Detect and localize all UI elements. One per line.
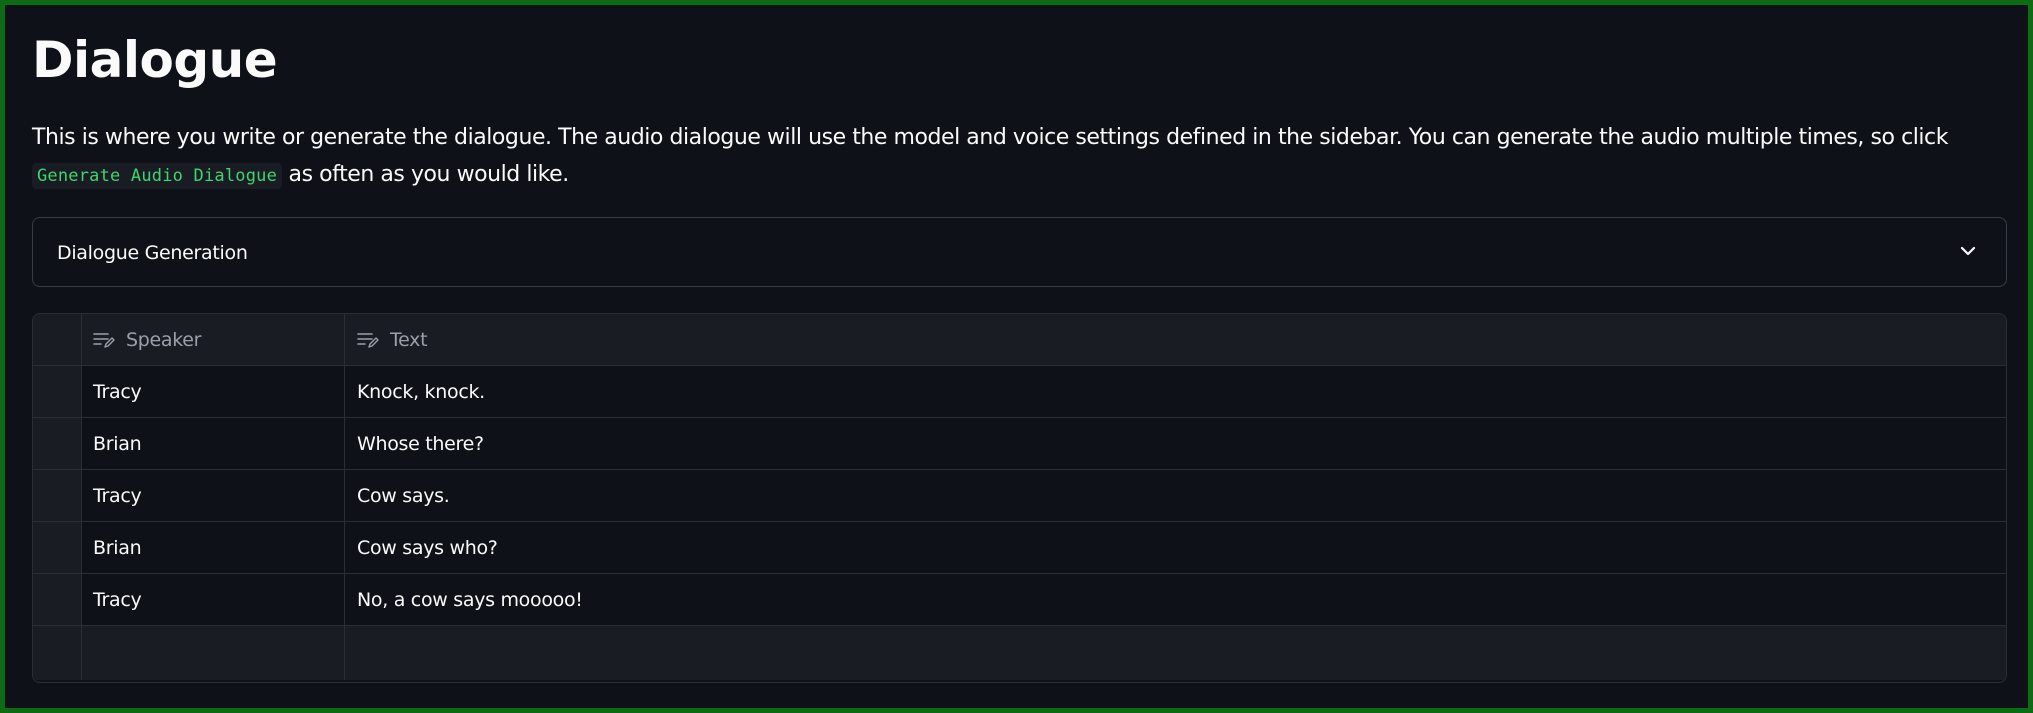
table-row[interactable]: Brian Cow says who?: [33, 522, 2006, 574]
row-index-header: [33, 314, 82, 365]
page-description: This is where you write or generate the …: [32, 119, 2007, 195]
speaker-cell[interactable]: Tracy: [82, 574, 345, 625]
row-index-cell[interactable]: [33, 470, 82, 521]
text-cell[interactable]: Knock, knock.: [345, 366, 2006, 417]
column-header-speaker[interactable]: Speaker: [82, 314, 345, 365]
description-text: This is where you write or generate the …: [32, 125, 1948, 150]
description-text-end: as often as you would like.: [282, 162, 570, 187]
dialogue-generation-expander[interactable]: Dialogue Generation: [32, 217, 2007, 287]
table-header-row: Speaker Text: [33, 314, 2006, 366]
speaker-cell[interactable]: Tracy: [82, 470, 345, 521]
new-speaker-cell[interactable]: [82, 626, 345, 680]
row-index-cell[interactable]: [33, 522, 82, 573]
dialogue-table[interactable]: Speaker Text Tracy Knock, knock. Brian W…: [32, 313, 2007, 683]
table-row[interactable]: Brian Whose there?: [33, 418, 2006, 470]
text-cell[interactable]: No, a cow says mooooo!: [345, 574, 2006, 625]
generate-audio-code: Generate Audio Dialogue: [32, 163, 283, 189]
add-row[interactable]: [33, 626, 2006, 680]
speaker-cell[interactable]: Tracy: [82, 366, 345, 417]
text-cell[interactable]: Cow says who?: [345, 522, 2006, 573]
edit-text-icon: [357, 332, 379, 348]
speaker-cell[interactable]: Brian: [82, 418, 345, 469]
new-text-cell[interactable]: [345, 626, 2006, 680]
expander-label: Dialogue Generation: [57, 242, 248, 264]
table-row[interactable]: Tracy Cow says.: [33, 470, 2006, 522]
row-index-cell[interactable]: [33, 626, 82, 680]
text-cell[interactable]: Whose there?: [345, 418, 2006, 469]
column-header-label: Text: [390, 328, 428, 351]
row-index-cell[interactable]: [33, 574, 82, 625]
row-index-cell[interactable]: [33, 366, 82, 417]
column-header-text[interactable]: Text: [345, 314, 2006, 365]
table-row[interactable]: Tracy No, a cow says mooooo!: [33, 574, 2006, 626]
chevron-down-icon: [1960, 246, 1976, 256]
column-header-label: Speaker: [126, 328, 202, 351]
text-cell[interactable]: Cow says.: [345, 470, 2006, 521]
page-title: Dialogue: [32, 31, 278, 89]
edit-text-icon: [93, 332, 115, 348]
table-row[interactable]: Tracy Knock, knock.: [33, 366, 2006, 418]
speaker-cell[interactable]: Brian: [82, 522, 345, 573]
row-index-cell[interactable]: [33, 418, 82, 469]
